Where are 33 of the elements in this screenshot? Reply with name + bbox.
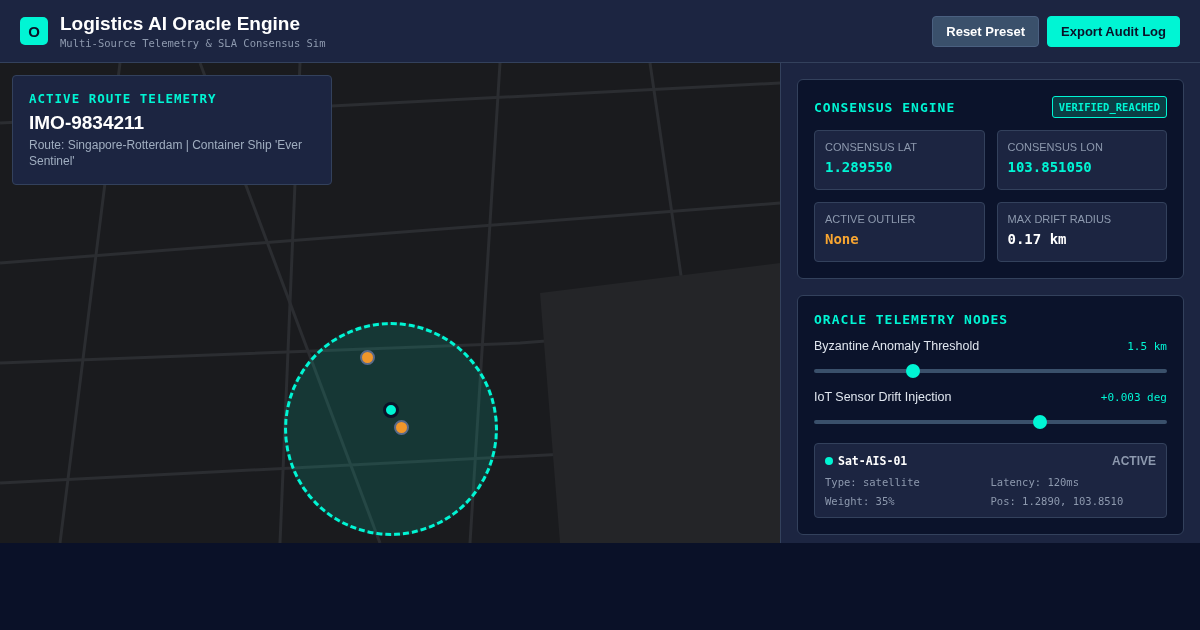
slider-thumb[interactable] [905, 364, 920, 378]
app-subtitle: Multi-Source Telemetry & SLA Consensus Sim [60, 37, 326, 49]
vessel-id: IMO-9834211 [29, 112, 146, 134]
route-description: Route: Singapore-Rotterdam | Container Ship 'Ever Sentinel' [29, 138, 303, 170]
metric-value: 0.17 km [1007, 231, 1068, 247]
export-button[interactable]: Export Audit Log [1047, 15, 1180, 47]
node-latency: Latency: 120ms [990, 476, 1080, 488]
metric-label: ACTIVE OUTLIER [825, 213, 917, 225]
metric-label: CONSENSUS LAT [825, 141, 919, 153]
slider-reading: 1.5 km [1127, 339, 1167, 353]
metric-value: None [825, 231, 860, 247]
slider-track[interactable] [814, 364, 1167, 378]
status-badge: VERIFIED_REACHED [1051, 96, 1167, 118]
slider-track[interactable] [814, 415, 1167, 429]
node-weight: Weight: 35% [825, 495, 896, 507]
panel-title: CONSENSUS ENGINE [814, 99, 956, 115]
metric-value: 1.289550 [825, 159, 894, 175]
slider-label: IoT Sensor Drift Injection [814, 390, 952, 404]
node-status: ACTIVE [1112, 454, 1156, 468]
panel-title: ORACLE TELEMETRY NODES [814, 312, 1010, 327]
node-position: Pos: 1.2890, 103.8510 [990, 495, 1125, 507]
reset-button[interactable]: Reset Preset [932, 15, 1040, 47]
app-title: Logistics AI Oracle Engine [60, 13, 302, 35]
app-logo: O [20, 17, 48, 45]
metric-value: 103.851050 [1007, 159, 1093, 175]
node-name: Sat-AIS-01 [838, 454, 908, 468]
metric-label: CONSENSUS LON [1007, 141, 1104, 153]
node-type: Type: satellite [825, 476, 921, 488]
metric-label: MAX DRIFT RADIUS [1007, 213, 1113, 225]
slider-label: Byzantine Anomaly Threshold [814, 339, 980, 353]
card-heading: ACTIVE ROUTE TELEMETRY [29, 91, 218, 106]
slider-reading: +0.003 deg [1100, 390, 1167, 404]
slider-thumb[interactable] [1032, 415, 1047, 429]
